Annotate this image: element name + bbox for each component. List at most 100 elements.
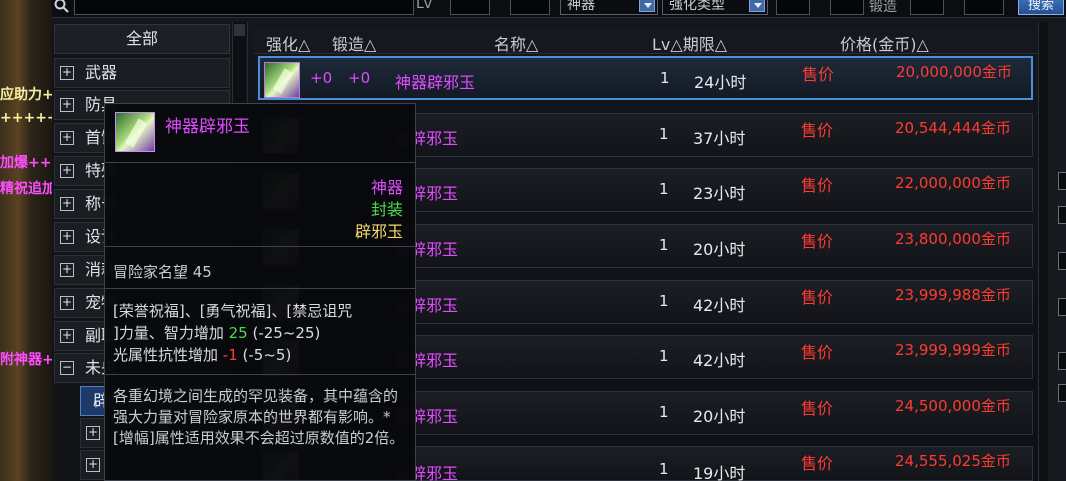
scroll-up-arrow-icon[interactable]	[234, 24, 245, 36]
item-level: 1	[659, 292, 669, 310]
sort-lv-limit-header[interactable]: Lv△期限△	[652, 31, 727, 55]
item-time-limit: 37小时	[693, 129, 746, 148]
item-level: 1	[659, 236, 669, 254]
divider	[105, 288, 415, 289]
checkbox[interactable]	[1058, 384, 1066, 402]
sale-label: 售价	[801, 121, 834, 140]
item-time-limit: 19小时	[693, 464, 746, 481]
item-time-limit: 42小时	[693, 296, 746, 315]
search-button[interactable]: 搜索	[1018, 0, 1064, 15]
item-level: 1	[659, 460, 669, 478]
jade-item-icon	[115, 112, 155, 152]
list-scrollbar[interactable]	[1038, 22, 1048, 481]
jade-item-icon[interactable]	[264, 62, 300, 98]
expand-icon[interactable]: +	[60, 66, 74, 80]
item-price: 24,500,000金币	[895, 397, 1011, 415]
enhance-type-select[interactable]: 强化类型	[662, 0, 768, 15]
checkbox[interactable]	[1058, 172, 1066, 190]
search-icon[interactable]	[54, 0, 70, 14]
forge-label: 锻造	[869, 0, 897, 15]
expand-icon[interactable]: +	[60, 296, 74, 310]
item-time-limit: 24小时	[694, 73, 747, 92]
filter-bar: Lv 神器 强化类型 锻造 搜索	[52, 0, 1066, 18]
world-floating-text: 应助力+	[0, 87, 54, 103]
enhance-value: +0	[310, 69, 333, 87]
tooltip-rarity: 神器	[370, 178, 403, 197]
sort-price-header[interactable]: 价格(金币)△	[840, 31, 929, 55]
chevron-down-icon	[639, 0, 655, 12]
stat-value: -1	[222, 346, 238, 364]
item-time-limit: 20小时	[693, 407, 746, 426]
expand-icon[interactable]: +	[60, 164, 74, 178]
stat-range: (-5~5)	[237, 346, 292, 364]
lv-max-input[interactable]	[510, 0, 550, 15]
stat-range: (-25~25)	[247, 324, 321, 342]
item-time-limit: 23小时	[693, 184, 746, 203]
collapse-icon[interactable]: −	[60, 361, 74, 375]
category-all[interactable]: 全部	[54, 24, 230, 54]
item-level: 1	[660, 69, 670, 87]
sort-forge-header[interactable]: 锻造△	[332, 31, 376, 55]
item-price: 23,999,999金币	[895, 341, 1011, 359]
checkbox[interactable]	[1058, 206, 1066, 224]
sale-label: 售价	[801, 232, 834, 251]
world-floating-text: +++++	[0, 110, 59, 126]
item-price: 20,544,444金币	[895, 119, 1011, 137]
expand-icon[interactable]: +	[60, 329, 74, 343]
checkbox[interactable]	[1058, 352, 1066, 370]
item-time-limit: 42小时	[693, 351, 746, 370]
sale-label: 售价	[801, 176, 834, 195]
forge-min-input[interactable]	[910, 0, 944, 15]
expand-icon[interactable]: +	[86, 458, 100, 472]
enhance-type-select-value: 强化类型	[669, 0, 725, 13]
expand-icon[interactable]: +	[60, 263, 74, 277]
item-level: 1	[659, 180, 669, 198]
sale-label: 售价	[802, 65, 835, 84]
forge-max-input[interactable]	[964, 0, 1004, 15]
enhance-min-input[interactable]	[776, 0, 810, 15]
item-level: 1	[659, 347, 669, 365]
enhance-max-input[interactable]	[830, 0, 864, 15]
expand-icon[interactable]: +	[60, 98, 74, 112]
item-price: 22,000,000金币	[895, 174, 1011, 192]
expand-icon[interactable]: +	[86, 426, 100, 440]
tooltip-stat-line: 光属性抗性增加 -1 (-5~5)	[113, 344, 291, 365]
stat-value: 25	[228, 324, 248, 342]
forge-value: +0	[348, 69, 371, 87]
right-side-panel	[1048, 22, 1066, 481]
tooltip-type: 辟邪玉	[354, 222, 403, 241]
stat-text: 光属性抗性增加	[113, 346, 223, 364]
tooltip-stat-line: [荣誉祝福]、[勇气祝福]、[禁忌诅咒	[113, 302, 353, 320]
item-price: 20,000,000金币	[896, 63, 1012, 81]
lv-label: Lv	[416, 0, 433, 12]
divider	[105, 374, 415, 375]
auction-house-screen: 应助力+ +++++ 加爆+++ 精祝追加 附神器+ Lv 神器 强化类型 锻造…	[0, 0, 1066, 481]
rarity-select[interactable]: 神器	[560, 0, 658, 15]
sort-enhance-header[interactable]: 强化△	[266, 31, 310, 55]
checkbox[interactable]	[1058, 252, 1066, 270]
item-price: 23,999,988金币	[895, 286, 1011, 304]
item-name: 神器辟邪玉	[395, 73, 476, 92]
sale-label: 售价	[801, 343, 834, 362]
tooltip-description: 各重幻境之间生成的罕见装备，其中蕴含的强大力量对冒险家原本的世界都有影响。*[增…	[113, 387, 405, 447]
checkbox[interactable]	[1058, 298, 1066, 316]
divider	[105, 246, 415, 247]
sale-label: 售价	[801, 454, 834, 473]
lv-min-input[interactable]	[450, 0, 490, 15]
expand-icon[interactable]: +	[60, 131, 74, 145]
expand-icon[interactable]: +	[60, 197, 74, 211]
item-price: 24,555,025金币	[895, 452, 1011, 470]
expand-icon[interactable]: +	[60, 230, 74, 244]
search-input[interactable]	[74, 0, 414, 15]
item-price: 23,800,000金币	[895, 230, 1011, 248]
category-item-weapon[interactable]: + 武器	[54, 58, 230, 88]
category-label: 武器	[85, 63, 118, 82]
tooltip-title: 神器辟邪玉	[165, 117, 250, 137]
stat-text: ]力量、智力增加	[113, 324, 229, 342]
tooltip-seal: 封装	[370, 200, 403, 219]
sale-label: 售价	[801, 399, 834, 418]
divider	[105, 162, 415, 163]
listing-row[interactable]: +0 +0 神器辟邪玉 1 24小时 售价 20,000,000金币	[258, 56, 1033, 100]
sort-name-header[interactable]: 名称△	[494, 31, 538, 55]
game-world-background: 应助力+ +++++ 加爆+++ 精祝追加 附神器+	[0, 0, 63, 481]
